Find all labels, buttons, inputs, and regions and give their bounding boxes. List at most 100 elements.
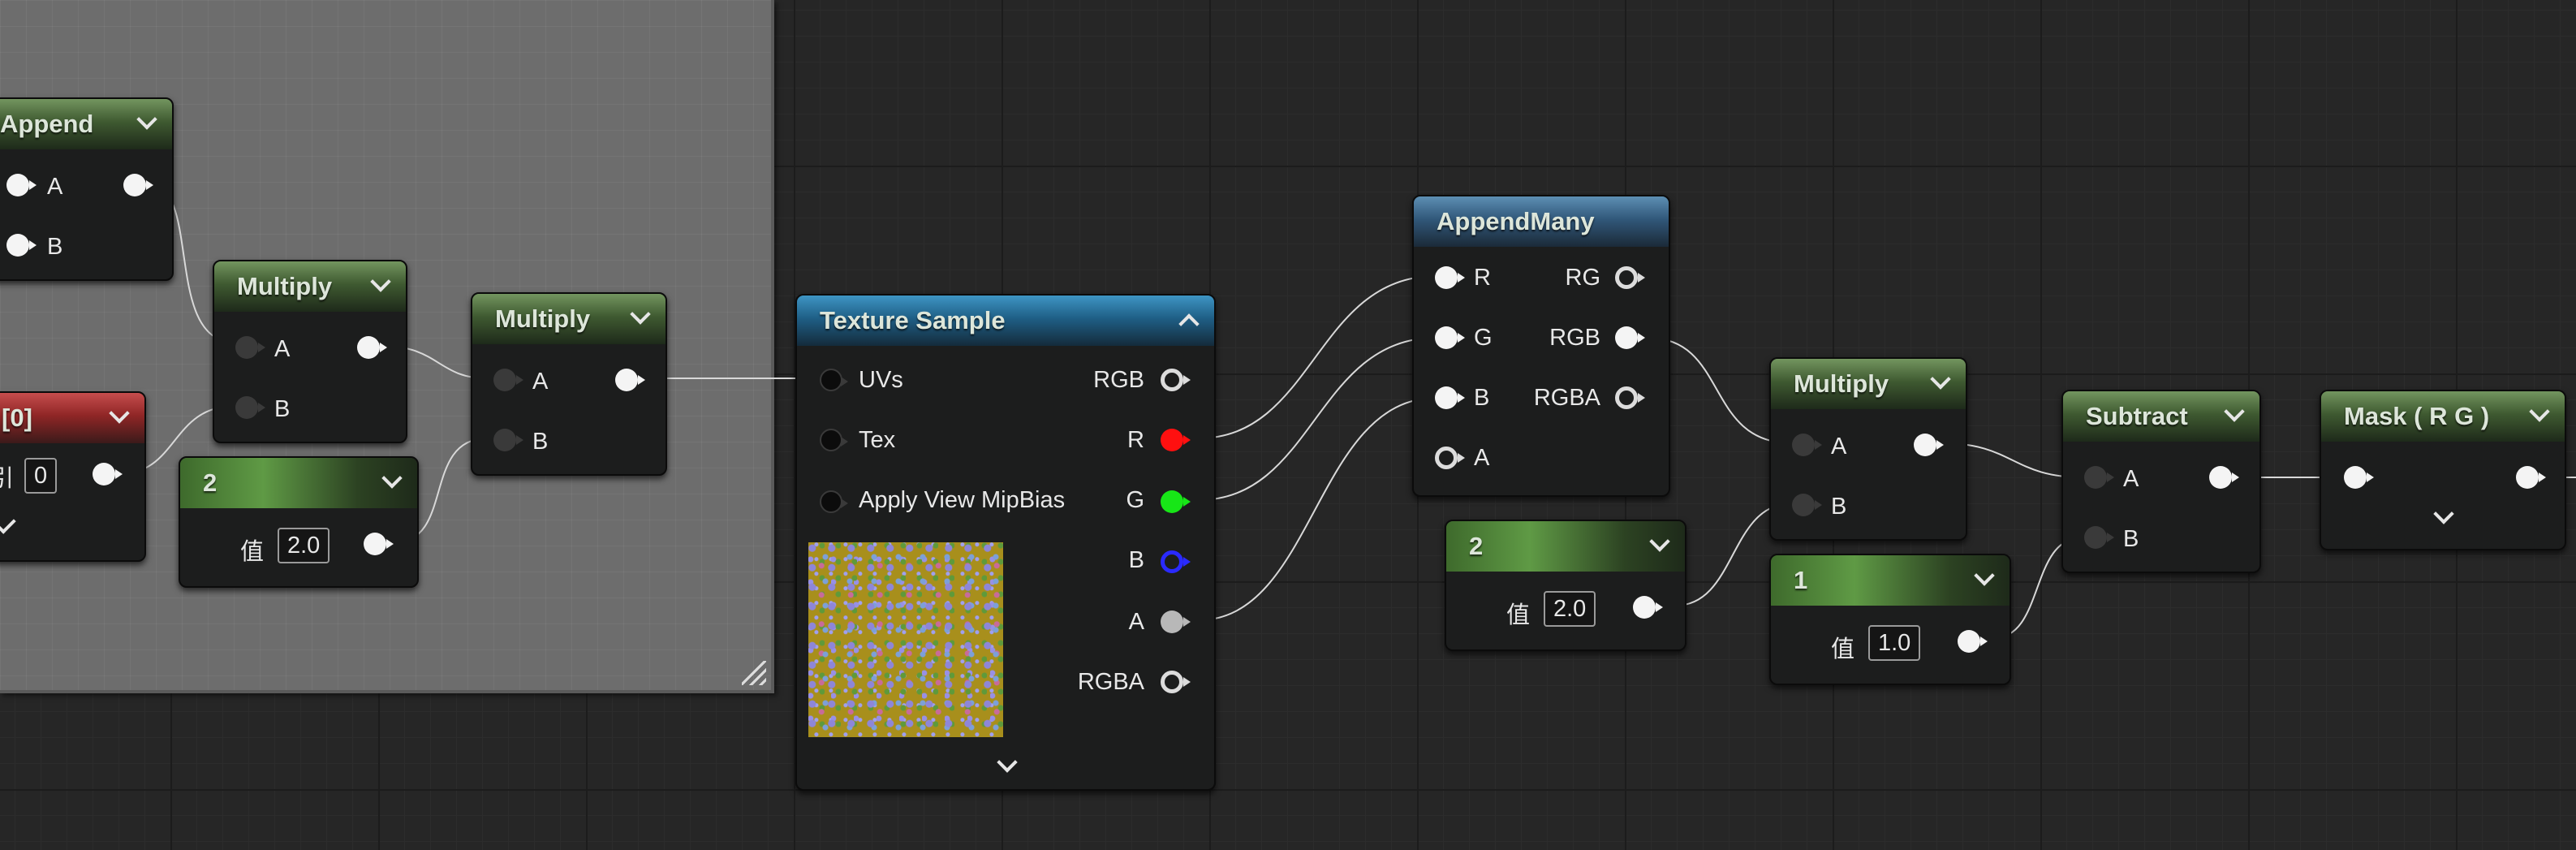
constant-node-2-left-title: 2 (203, 468, 218, 497)
texture-output-a-pin[interactable] (1161, 611, 1191, 633)
subtract-input-a-pin[interactable] (2084, 466, 2114, 489)
multiply-2-input-b-pin[interactable] (493, 429, 523, 451)
chevron-down-icon[interactable] (381, 468, 403, 489)
multiply-3-input-a-pin[interactable] (1792, 434, 1822, 456)
constant-2-left-value-label: 值 (240, 539, 265, 565)
appendmany-output-rgba-pin[interactable] (1615, 386, 1645, 409)
appendmany-input-g-pin[interactable] (1435, 326, 1465, 349)
chevron-down-icon[interactable] (370, 271, 391, 292)
multiply-node-2-title: Multiply (495, 304, 591, 333)
multiply-1-output-pin[interactable] (357, 336, 387, 359)
red-parameter-node-header[interactable]: [0] (0, 393, 144, 443)
constant-node-1-header[interactable]: 1 (1771, 555, 2010, 606)
texture-sample-node-header[interactable]: Texture Sample (797, 296, 1214, 346)
mask-rg-node-header[interactable]: Mask ( R G ) (2321, 391, 2565, 442)
wire-texture-r-to-appendmany (1197, 275, 1437, 439)
constant-2-left-value-field[interactable]: 2.0 (278, 528, 330, 563)
mask-rg-node-title: Mask ( R G ) (2344, 402, 2490, 430)
multiply-2-output-pin[interactable] (615, 369, 645, 391)
multiply-3-input-b-pin[interactable] (1792, 494, 1822, 516)
appendmany-input-r-pin[interactable] (1435, 266, 1465, 289)
texture-output-rgb-label: RGB (1093, 367, 1144, 393)
multiply-node-3-header[interactable]: Multiply (1771, 359, 1966, 409)
subtract-output-pin[interactable] (2209, 466, 2239, 489)
appendmany-node[interactable]: AppendMany R G B A RG RGB RGBA (1412, 195, 1670, 497)
appendmany-input-r-label: R (1474, 265, 1491, 291)
multiply-node-1-title: Multiply (237, 272, 333, 300)
expand-chevron-icon[interactable] (997, 752, 1018, 773)
multiply-node-3-title: Multiply (1794, 369, 1889, 398)
chevron-down-icon[interactable] (109, 403, 130, 424)
subtract-node[interactable]: Subtract A B (2061, 390, 2261, 573)
subtract-input-b-label: B (2123, 526, 2139, 552)
appendmany-output-rg-pin[interactable] (1615, 266, 1645, 289)
texture-output-r-pin[interactable] (1161, 429, 1191, 451)
chevron-down-icon[interactable] (136, 109, 157, 130)
append-node[interactable]: Append A B (0, 97, 174, 281)
multiply-node-3[interactable]: Multiply A B (1769, 357, 1967, 541)
append-output-pin[interactable] (123, 174, 153, 196)
red-parameter-output-pin[interactable] (93, 463, 123, 485)
appendmany-node-header[interactable]: AppendMany (1414, 196, 1669, 247)
constant-node-2-right[interactable]: 2 值 2.0 (1445, 520, 1686, 651)
texture-output-rgba-pin[interactable] (1161, 671, 1191, 693)
mask-input-pin[interactable] (2344, 466, 2374, 489)
constant-node-2-right-title: 2 (1469, 532, 1484, 560)
constant-node-1[interactable]: 1 值 1.0 (1769, 554, 2011, 685)
constant-node-2-left[interactable]: 2 值 2.0 (179, 456, 419, 588)
constant-1-output-pin[interactable] (1958, 630, 1988, 653)
texture-preview-thumbnail (808, 542, 1003, 737)
multiply-node-2[interactable]: Multiply A B (471, 292, 667, 476)
constant-2-left-output-pin[interactable] (364, 533, 394, 555)
subtract-input-b-pin[interactable] (2084, 526, 2114, 549)
expand-chevron-icon[interactable] (2433, 503, 2454, 524)
chevron-down-icon[interactable] (1649, 531, 1670, 552)
chevron-down-icon[interactable] (630, 304, 651, 325)
append-input-b-pin[interactable] (6, 234, 37, 257)
texture-output-rgb-pin[interactable] (1161, 369, 1191, 391)
appendmany-input-b-pin[interactable] (1435, 386, 1465, 409)
texture-output-g-pin[interactable] (1161, 490, 1191, 513)
multiply-node-1[interactable]: Multiply A B (213, 260, 407, 443)
appendmany-input-a-pin[interactable] (1435, 447, 1465, 469)
multiply-3-output-pin[interactable] (1914, 434, 1944, 456)
texture-input-mip-pin[interactable] (820, 490, 848, 513)
texture-output-r-label: R (1127, 427, 1144, 453)
subtract-node-header[interactable]: Subtract (2063, 391, 2259, 442)
constant-1-value-field[interactable]: 1.0 (1868, 625, 1921, 661)
texture-output-b-pin[interactable] (1161, 550, 1191, 573)
chevron-up-icon[interactable] (1178, 313, 1200, 334)
multiply-2-input-a-pin[interactable] (493, 369, 523, 391)
constant-node-2-right-header[interactable]: 2 (1446, 521, 1685, 572)
chevron-down-icon[interactable] (2529, 401, 2550, 422)
multiply-2-input-a-label: A (532, 369, 549, 395)
texture-input-tex-pin[interactable] (820, 429, 848, 451)
append-node-header[interactable]: Append (0, 99, 172, 149)
texture-input-uvs-pin[interactable] (820, 369, 848, 391)
constant-2-right-value-field[interactable]: 2.0 (1544, 591, 1596, 627)
multiply-node-1-header[interactable]: Multiply (214, 261, 406, 312)
texture-sample-node[interactable]: Texture Sample UVs Tex Apply View MipBia… (795, 294, 1216, 791)
append-input-a-pin[interactable] (6, 174, 37, 196)
mask-rg-node[interactable]: Mask ( R G ) (2320, 390, 2566, 550)
red-parameter-node[interactable]: [0] 引 0 (0, 391, 146, 562)
multiply-node-2-header[interactable]: Multiply (472, 294, 666, 344)
multiply-1-input-b-pin[interactable] (235, 396, 265, 419)
chevron-down-icon[interactable] (1930, 369, 1951, 390)
appendmany-input-a-label: A (1474, 445, 1490, 471)
appendmany-output-rgb-pin[interactable] (1615, 326, 1645, 349)
constant-node-2-left-header[interactable]: 2 (180, 458, 417, 508)
red-parameter-value-field[interactable]: 0 (24, 458, 58, 494)
resize-handle[interactable] (742, 661, 766, 685)
constant-2-right-value-label: 值 (1506, 602, 1531, 628)
wire-texture-a-to-appendmany (1197, 397, 1437, 621)
appendmany-output-rg-label: RG (1565, 265, 1601, 291)
mask-output-pin[interactable] (2516, 466, 2546, 489)
multiply-2-input-b-label: B (532, 429, 549, 455)
constant-2-right-output-pin[interactable] (1633, 596, 1663, 619)
constant-1-value-label: 值 (1831, 636, 1855, 662)
append-node-title: Append (0, 110, 94, 138)
chevron-down-icon[interactable] (1974, 565, 1995, 586)
multiply-1-input-a-pin[interactable] (235, 336, 265, 359)
chevron-down-icon[interactable] (2224, 401, 2245, 422)
